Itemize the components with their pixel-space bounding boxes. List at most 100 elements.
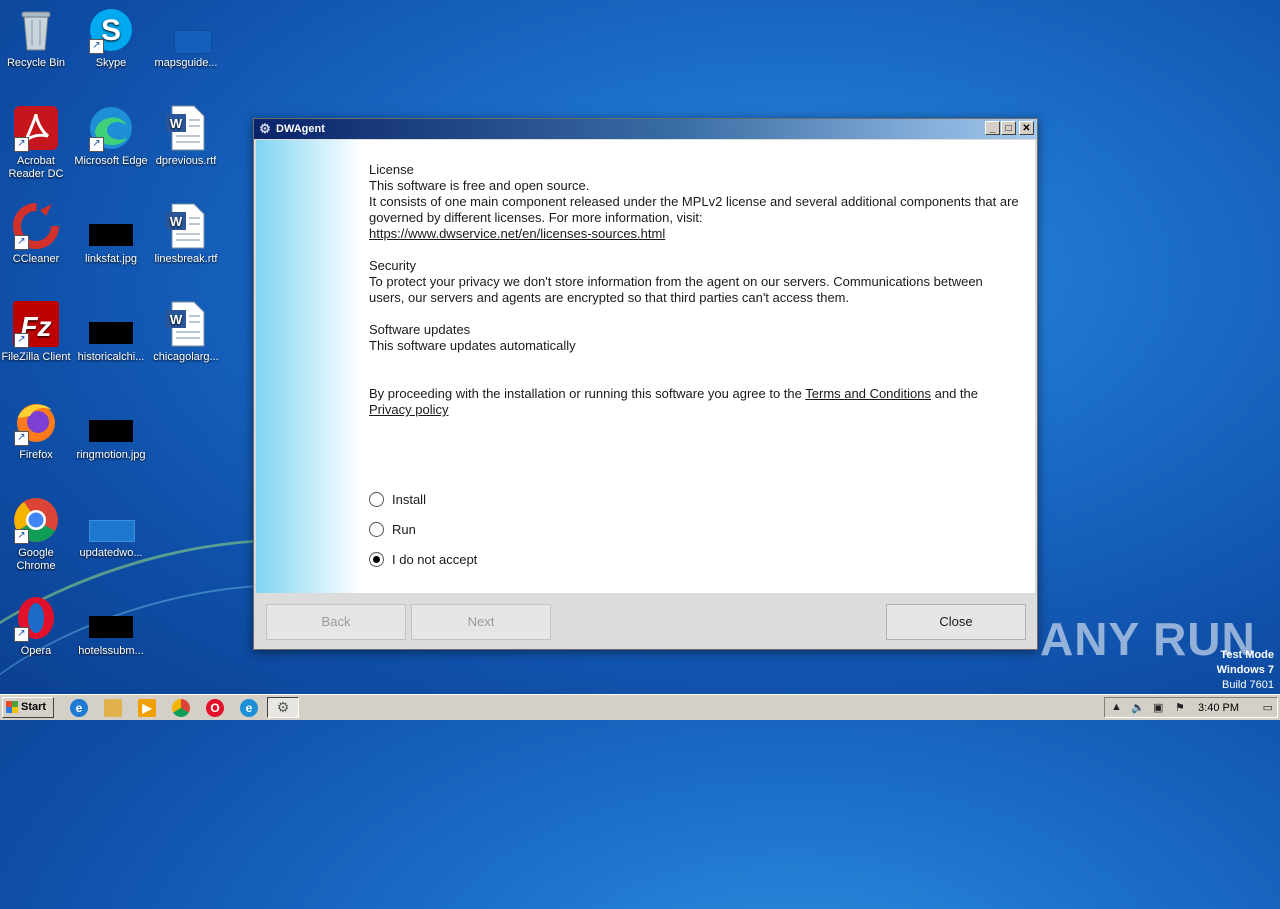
speaker-icon[interactable]: 🔈 (1131, 701, 1145, 714)
desktop-icon-skype[interactable]: S ↗ Skype (73, 6, 149, 70)
file-explorer-icon[interactable] (104, 699, 122, 717)
skype-icon: S ↗ (87, 6, 135, 54)
icon-label: linesbreak.rtf (154, 253, 218, 265)
desktop-icon-dprevious[interactable]: W dprevious.rtf (148, 104, 224, 168)
icon-label: historicalchi... (77, 351, 145, 363)
shortcut-arrow-icon: ↗ (14, 235, 29, 250)
word-document-icon: W (162, 104, 210, 152)
internet-explorer-icon[interactable]: e (70, 699, 88, 717)
icon-label: hotelssubm... (78, 645, 144, 657)
security-heading: Security (369, 258, 416, 273)
desktop-icon-chrome[interactable]: ↗ Google Chrome (0, 496, 74, 573)
desktop-icon-acrobat[interactable]: ↗ Acrobat Reader DC (0, 104, 74, 181)
window-title: DWAgent (276, 123, 325, 135)
icon-label: Google Chrome (16, 547, 56, 572)
desktop-icon-linksfat[interactable]: linksfat.jpg (73, 202, 149, 266)
license-line: This software is free and open source. (369, 178, 590, 193)
window-titlebar[interactable]: ⚙ DWAgent _ □ ✕ (254, 119, 1037, 139)
agreement-section: By proceeding with the installation or r… (369, 386, 1019, 418)
shortcut-arrow-icon: ↗ (14, 529, 29, 544)
test-mode-label: Test Mode Windows 7 Build 7601 (1217, 648, 1274, 693)
network-icon[interactable]: ▣ (1153, 701, 1163, 714)
chrome-icon: ↗ (12, 496, 60, 544)
icon-label: Skype (95, 57, 127, 69)
license-section: License This software is free and open s… (369, 162, 1019, 242)
terms-link[interactable]: Terms and Conditions (805, 386, 931, 401)
license-heading: License (369, 162, 414, 177)
maximize-button[interactable]: □ (1001, 121, 1016, 135)
radio-install[interactable]: Install (369, 484, 477, 514)
icon-label: Acrobat Reader DC (8, 155, 64, 180)
desktop-icon-ringmotion[interactable]: ringmotion.jpg (73, 398, 149, 462)
desktop-icon-firefox[interactable]: ↗ Firefox (0, 398, 74, 462)
minimize-button[interactable]: _ (985, 121, 1000, 135)
side-gradient-panel (256, 140, 361, 593)
shortcut-arrow-icon: ↗ (89, 39, 104, 54)
window-content: License This software is free and open s… (256, 140, 1035, 593)
desktop-icon-historicalchi[interactable]: historicalchi... (73, 300, 149, 364)
desktop-icon-ccleaner[interactable]: ↗ CCleaner (0, 202, 74, 266)
edge-taskbar-icon[interactable]: e (240, 699, 258, 717)
icon-label: Opera (20, 645, 52, 657)
desktop-icon-mapsguide[interactable]: mapsguide... (148, 6, 224, 70)
image-file-icon (87, 398, 135, 446)
icon-label: Recycle Bin (6, 57, 66, 69)
close-button[interactable]: Close (886, 604, 1026, 640)
security-section: Security To protect your privacy we don'… (369, 258, 1019, 306)
radio-button[interactable] (369, 521, 384, 537)
clock[interactable]: 3:40 PM (1198, 702, 1239, 714)
media-player-icon[interactable]: ▶ (138, 699, 156, 717)
shortcut-arrow-icon: ↗ (14, 627, 29, 642)
icon-label: Microsoft Edge (74, 155, 148, 167)
image-file-icon (87, 300, 135, 348)
icon-label: FileZilla Client (1, 351, 71, 363)
icon-label: ringmotion.jpg (76, 449, 146, 461)
action-center-flag-icon[interactable]: ⚑ (1175, 701, 1185, 714)
privacy-link[interactable]: Privacy policy (369, 402, 448, 417)
radio-button[interactable] (369, 551, 384, 567)
desktop-icon-opera[interactable]: ↗ Opera (0, 594, 74, 658)
test-mode-line: Build 7601 (1222, 679, 1274, 691)
option-radio-group: Install Run I do not accept (369, 484, 477, 574)
radio-button[interactable] (369, 491, 384, 507)
firefox-icon: ↗ (12, 398, 60, 446)
test-mode-line: Test Mode (1220, 649, 1274, 661)
image-file-icon (87, 496, 135, 544)
gear-icon: ⚙ (259, 121, 271, 136)
next-button[interactable]: Next (411, 604, 551, 640)
start-button[interactable]: Start (2, 697, 54, 718)
desktop-icon-chicagolarg[interactable]: W chicagolarg... (148, 300, 224, 364)
system-tray: ▲ 🔈 ▣ ⚑ 3:40 PM ▭ (1104, 697, 1278, 718)
back-button[interactable]: Back (266, 604, 406, 640)
icon-label: updatedwo... (79, 547, 143, 559)
tray-expand-icon[interactable]: ▲ (1111, 701, 1122, 713)
desktop-icon-updatedwo[interactable]: updatedwo... (73, 496, 149, 560)
windows-logo-icon (6, 701, 18, 713)
desktop-icon-linesbreak[interactable]: W linesbreak.rtf (148, 202, 224, 266)
button-bar: Back Next Close (256, 594, 1035, 647)
desktop-icon-hotelssubm[interactable]: hotelssubm... (73, 594, 149, 658)
radio-do-not-accept[interactable]: I do not accept (369, 544, 477, 574)
opera-taskbar-icon[interactable]: O (206, 699, 224, 717)
agreement-text: By proceeding with the installation or r… (369, 386, 802, 401)
dwagent-taskbar-button[interactable]: ⚙ (267, 697, 299, 718)
desktop-icon-filezilla[interactable]: Fz ↗ FileZilla Client (0, 300, 74, 364)
licenses-link[interactable]: https://www.dwservice.net/en/licenses-so… (369, 226, 665, 241)
agreement-text: and the (934, 386, 978, 401)
show-desktop-icon[interactable]: ▭ (1263, 701, 1273, 714)
desktop-icon-edge[interactable]: ↗ Microsoft Edge (73, 104, 149, 168)
shortcut-arrow-icon: ↗ (89, 137, 104, 152)
close-window-button[interactable]: ✕ (1019, 121, 1034, 135)
radio-run[interactable]: Run (369, 514, 477, 544)
icon-label: linksfat.jpg (85, 253, 137, 265)
chrome-taskbar-icon[interactable] (172, 699, 190, 717)
taskbar: Start e ▶ O e ⚙ ▲ 🔈 ▣ ⚑ 3:40 PM ▭ (0, 694, 1280, 720)
svg-text:W: W (170, 116, 183, 131)
window-controls: _ □ ✕ (985, 121, 1034, 135)
image-file-icon (87, 202, 135, 250)
shortcut-arrow-icon: ↗ (14, 333, 29, 348)
desktop-icon-recycle-bin[interactable]: Recycle Bin (0, 6, 74, 70)
start-label: Start (21, 701, 47, 713)
icon-label: mapsguide... (154, 57, 218, 69)
svg-text:W: W (170, 312, 183, 327)
